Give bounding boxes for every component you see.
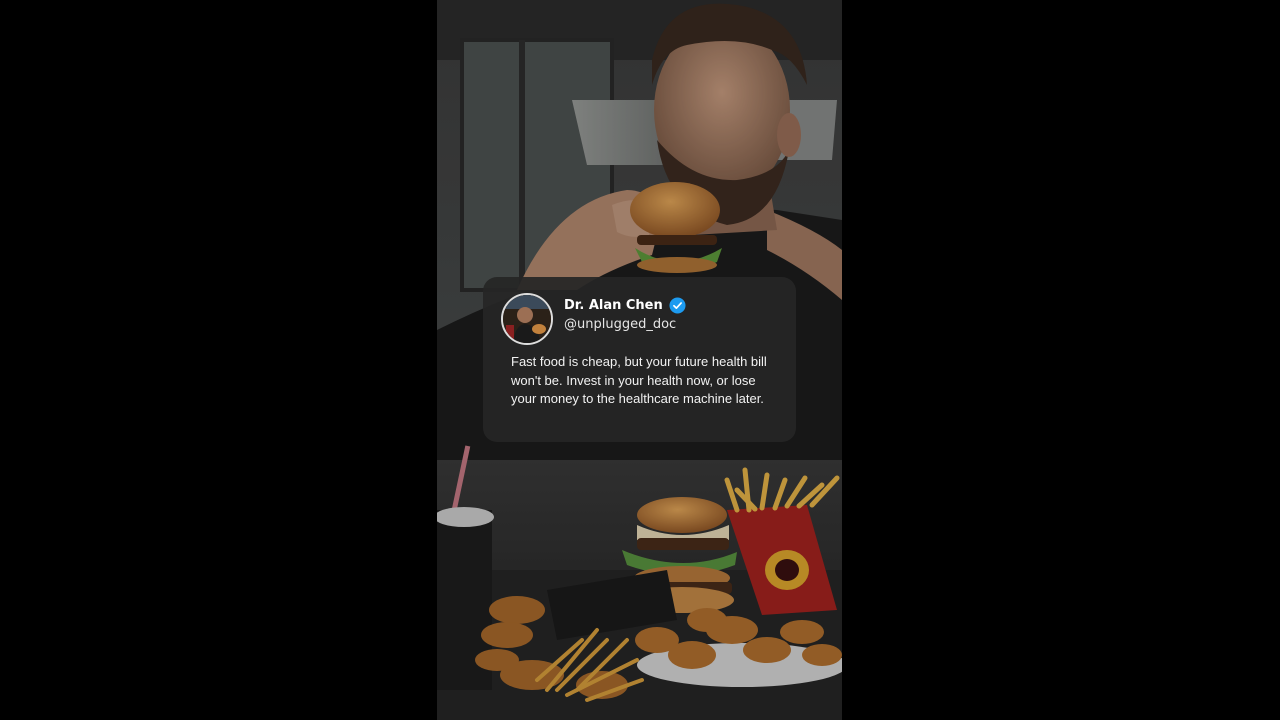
post-card: Dr. Alan Chen @unplugged_doc Fast food i…	[483, 277, 796, 442]
video-frame: Dr. Alan Chen @unplugged_doc Fast food i…	[437, 0, 842, 720]
author-avatar[interactable]	[501, 293, 553, 345]
author-handle[interactable]: @unplugged_doc	[564, 317, 676, 332]
avatar-image	[503, 295, 551, 343]
verified-badge-icon	[669, 297, 686, 314]
author-name[interactable]: Dr. Alan Chen	[564, 298, 663, 313]
post-text: Fast food is cheap, but your future heal…	[511, 354, 767, 406]
